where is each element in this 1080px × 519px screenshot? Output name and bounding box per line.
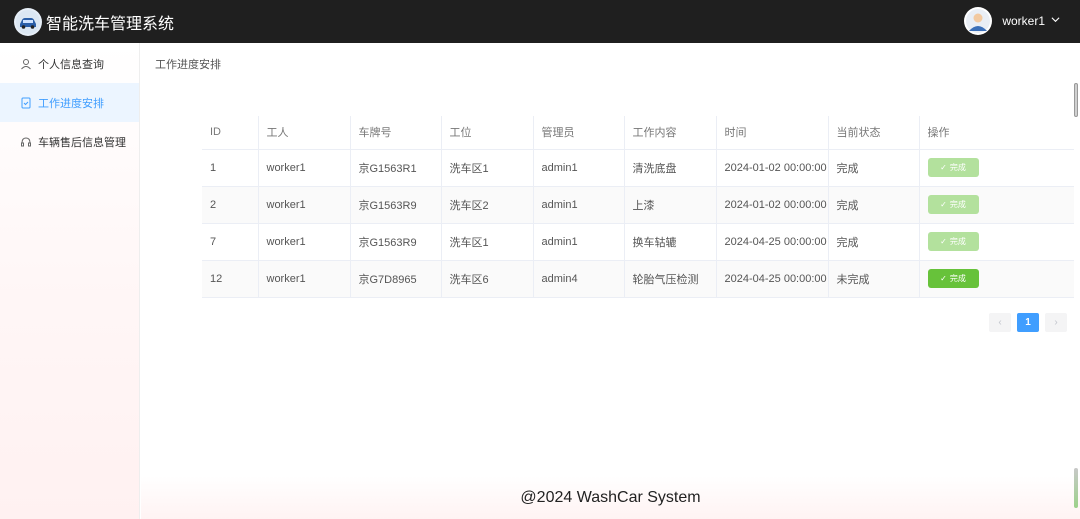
- cell-id: 2: [202, 186, 259, 224]
- pagination: ‹ 1 ›: [989, 313, 1067, 332]
- column-header[interactable]: 当前状态: [828, 116, 920, 150]
- user-menu[interactable]: worker1: [964, 7, 1060, 35]
- cell-action: ✓ 完成: [919, 149, 1074, 187]
- username-label[interactable]: worker1: [1002, 14, 1045, 28]
- check-icon: ✓: [940, 200, 947, 209]
- sidebar-item-after-sales[interactable]: 车辆售后信息管理: [0, 122, 139, 161]
- cell-time: 2024-01-02 00:00:00: [716, 186, 829, 224]
- cell-id: 7: [202, 223, 259, 261]
- complete-button-label: 完成: [949, 200, 966, 209]
- cell-station: 洗车区6: [441, 260, 534, 298]
- cell-station: 洗车区2: [441, 186, 534, 224]
- app-title: 智能洗车管理系统: [46, 15, 175, 33]
- cell-plate: 京G1563R9: [350, 186, 442, 224]
- cell-station: 洗车区1: [441, 149, 534, 187]
- sidebar-item-label: 工作进度安排: [38, 97, 104, 110]
- scrollbar-thumb[interactable]: [1074, 83, 1078, 117]
- complete-button-label: 完成: [949, 274, 966, 283]
- table-row: 12 worker1 京G7D8965 洗车区6 admin4 轮胎气压检测 2…: [202, 260, 1074, 298]
- cell-worker: worker1: [258, 260, 351, 298]
- complete-button[interactable]: ✓ 完成: [927, 195, 979, 214]
- column-header[interactable]: ID: [202, 116, 259, 150]
- user-icon: [20, 58, 32, 70]
- footer: @2024 WashCar System: [141, 476, 1080, 519]
- cell-admin: admin1: [533, 186, 625, 224]
- table-row: 7 worker1 京G1563R9 洗车区1 admin1 换车轱辘 2024…: [202, 223, 1074, 261]
- cell-id: 12: [202, 260, 259, 298]
- main-content: 工作进度安排 ID 工人 车牌号 工位 管理员 工作内容 时间 当前状态 操作 …: [141, 43, 1080, 519]
- chevron-down-icon[interactable]: [1051, 15, 1060, 27]
- cell-status: 完成: [828, 223, 920, 261]
- work-table: ID 工人 车牌号 工位 管理员 工作内容 时间 当前状态 操作 1 worke…: [202, 116, 1074, 298]
- avatar[interactable]: [964, 7, 993, 35]
- complete-button[interactable]: ✓ 完成: [927, 158, 979, 177]
- table-row: 2 worker1 京G1563R9 洗车区2 admin1 上漆 2024-0…: [202, 186, 1074, 224]
- cell-worker: worker1: [258, 223, 351, 261]
- top-bar: 智能洗车管理系统 worker1: [0, 0, 1080, 43]
- check-icon: ✓: [940, 237, 947, 246]
- next-page-button[interactable]: ›: [1045, 313, 1067, 332]
- cell-action: ✓ 完成: [919, 260, 1074, 298]
- cell-content: 清洗底盘: [624, 149, 717, 187]
- column-header[interactable]: 时间: [716, 116, 829, 150]
- complete-button-label: 完成: [949, 237, 966, 246]
- sidebar-item-work-schedule[interactable]: 工作进度安排: [0, 83, 139, 122]
- page-number-button[interactable]: 1: [1017, 313, 1039, 332]
- document-check-icon: [20, 97, 32, 109]
- check-icon: ✓: [940, 163, 947, 172]
- column-header[interactable]: 车牌号: [350, 116, 442, 150]
- cell-time: 2024-01-02 00:00:00: [716, 149, 829, 187]
- cell-status: 完成: [828, 186, 920, 224]
- cell-content: 上漆: [624, 186, 717, 224]
- table-row: 1 worker1 京G1563R1 洗车区1 admin1 清洗底盘 2024…: [202, 149, 1074, 187]
- complete-button[interactable]: ✓ 完成: [927, 232, 979, 251]
- cell-admin: admin4: [533, 260, 625, 298]
- sidebar-item-personal-info[interactable]: 个人信息查询: [0, 44, 139, 83]
- column-header[interactable]: 工人: [258, 116, 351, 150]
- cell-worker: worker1: [258, 149, 351, 187]
- cell-plate: 京G1563R1: [350, 149, 442, 187]
- headset-icon: [20, 136, 32, 148]
- cell-content: 轮胎气压检测: [624, 260, 717, 298]
- sidebar-item-label: 个人信息查询: [38, 58, 104, 71]
- cell-time: 2024-04-25 00:00:00: [716, 260, 829, 298]
- cell-status: 完成: [828, 149, 920, 187]
- prev-page-button[interactable]: ‹: [989, 313, 1011, 332]
- cell-content: 换车轱辘: [624, 223, 717, 261]
- scrollbar-track[interactable]: [1074, 468, 1078, 508]
- cell-time: 2024-04-25 00:00:00: [716, 223, 829, 261]
- cell-worker: worker1: [258, 186, 351, 224]
- cell-action: ✓ 完成: [919, 186, 1074, 224]
- column-header[interactable]: 工作内容: [624, 116, 717, 150]
- breadcrumb: 工作进度安排: [155, 59, 221, 71]
- column-header[interactable]: 工位: [441, 116, 534, 150]
- cell-status: 未完成: [828, 260, 920, 298]
- sidebar-item-label: 车辆售后信息管理: [38, 136, 126, 149]
- column-header[interactable]: 操作: [919, 116, 1074, 150]
- cell-id: 1: [202, 149, 259, 187]
- cell-admin: admin1: [533, 149, 625, 187]
- car-logo-icon: [14, 7, 42, 36]
- table-header-row: ID 工人 车牌号 工位 管理员 工作内容 时间 当前状态 操作: [202, 116, 1074, 150]
- check-icon: ✓: [940, 274, 947, 283]
- cell-plate: 京G7D8965: [350, 260, 442, 298]
- complete-button[interactable]: ✓ 完成: [927, 269, 979, 288]
- complete-button-label: 完成: [949, 163, 966, 172]
- cell-station: 洗车区1: [441, 223, 534, 261]
- cell-admin: admin1: [533, 223, 625, 261]
- column-header[interactable]: 管理员: [533, 116, 625, 150]
- cell-action: ✓ 完成: [919, 223, 1074, 261]
- cell-plate: 京G1563R9: [350, 223, 442, 261]
- sidebar: 个人信息查询 工作进度安排 车辆售后信息管理: [0, 43, 140, 519]
